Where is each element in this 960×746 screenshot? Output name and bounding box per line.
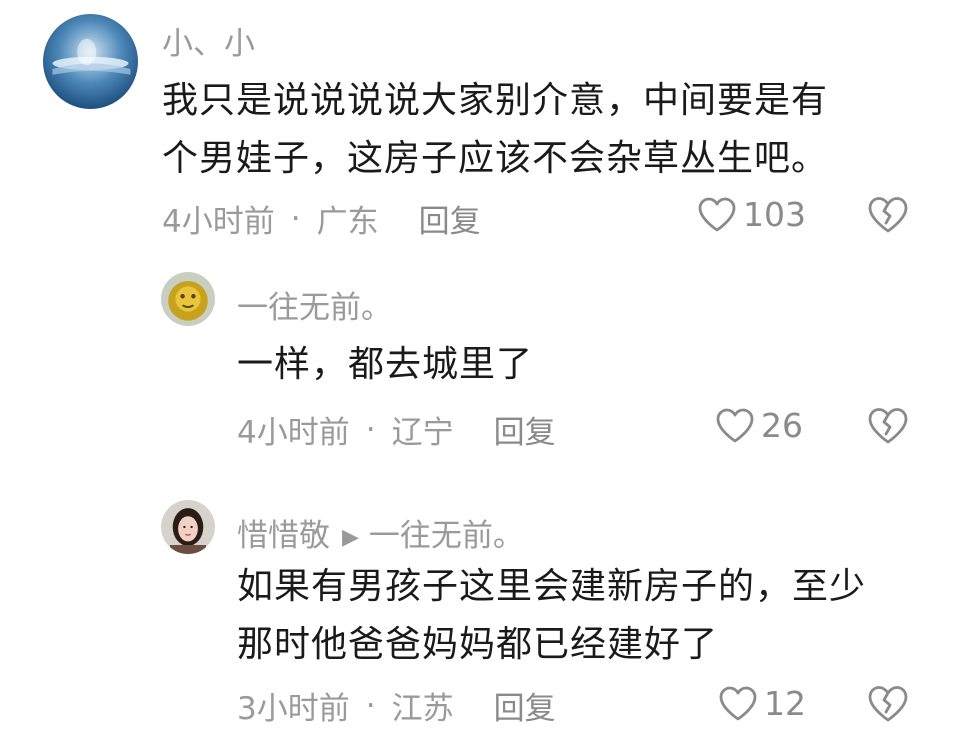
comment-text-line: 如果有男孩子这里会建新房子的，至少 — [237, 566, 867, 607]
like-count: 26 — [761, 406, 803, 445]
broken-heart-icon[interactable] — [867, 407, 909, 445]
comment-meta: 4小时前 · 辽宁 回复 — [237, 407, 556, 452]
comment-location: 广东 — [316, 204, 379, 240]
comment-text: 一样，都去城里了 — [237, 336, 927, 394]
reply-to-author[interactable]: 一往无前。 — [369, 518, 524, 554]
like-button[interactable]: 103 — [697, 195, 806, 234]
water-avatar-icon — [43, 14, 138, 109]
comment-item: 惜惜敬 ▶ 一往无前。 如果有男孩子这里会建新房子的，至少 那时他爸爸妈妈都已经建好… — [0, 490, 960, 746]
comment-location: 辽宁 — [391, 415, 454, 451]
comment-item: 小、小 我只是说说说说大家别介意，中间要是有 个男娃子，这房子应该不会杂草丛生吧… — [0, 0, 960, 250]
like-count: 12 — [764, 684, 806, 723]
heart-icon — [716, 408, 754, 442]
comment-text: 我只是说说说说大家别介意，中间要是有 个男娃子，这房子应该不会杂草丛生吧。 — [162, 72, 932, 188]
like-button[interactable]: 26 — [715, 406, 803, 445]
avatar[interactable] — [161, 272, 215, 326]
comment-time: 4小时前 — [237, 415, 350, 451]
heart-icon — [698, 197, 736, 231]
reply-arrow-icon: ▶ — [342, 525, 359, 550]
separator: · — [365, 411, 376, 448]
like-count: 103 — [743, 195, 806, 234]
reply-button[interactable]: 回复 — [494, 683, 556, 728]
comment-item: 一往无前。 一样，都去城里了 4小时前 · 辽宁 回复 26 — [0, 260, 960, 460]
reply-button[interactable]: 回复 — [419, 196, 481, 241]
separator: · — [290, 200, 301, 237]
heart-icon — [719, 686, 757, 720]
comment-text-line: 一样，都去城里了 — [237, 344, 534, 385]
comment-text-line: 个男娃子，这房子应该不会杂草丛生吧。 — [162, 138, 829, 179]
avatar[interactable] — [161, 500, 215, 554]
like-button[interactable]: 12 — [718, 684, 806, 723]
comment-text-line: 我只是说说说说大家别介意，中间要是有 — [162, 80, 829, 121]
comment-location: 江苏 — [391, 691, 454, 727]
comment-author[interactable]: 小、小 — [162, 18, 255, 63]
comment-time: 3小时前 — [237, 691, 350, 727]
broken-heart-icon[interactable] — [867, 196, 909, 234]
reply-button[interactable]: 回复 — [494, 407, 556, 452]
broken-heart-icon[interactable] — [867, 685, 909, 723]
comment-text-line: 那时他爸爸妈妈都已经建好了 — [237, 624, 719, 665]
golden-lion-avatar-icon — [161, 272, 215, 326]
comment-author[interactable]: 惜惜敬 — [237, 518, 330, 554]
comment-time: 4小时前 — [162, 204, 275, 240]
comment-author-line: 惜惜敬 ▶ 一往无前。 — [237, 510, 524, 555]
comment-meta: 4小时前 · 广东 回复 — [162, 196, 481, 241]
comment-text: 如果有男孩子这里会建新房子的，至少 那时他爸爸妈妈都已经建好了 — [237, 558, 937, 674]
comment-meta: 3小时前 · 江苏 回复 — [237, 683, 556, 728]
avatar[interactable] — [43, 14, 138, 109]
comment-author[interactable]: 一往无前。 — [237, 282, 392, 327]
woman-portrait-avatar-icon — [161, 500, 215, 554]
separator: · — [365, 687, 376, 724]
